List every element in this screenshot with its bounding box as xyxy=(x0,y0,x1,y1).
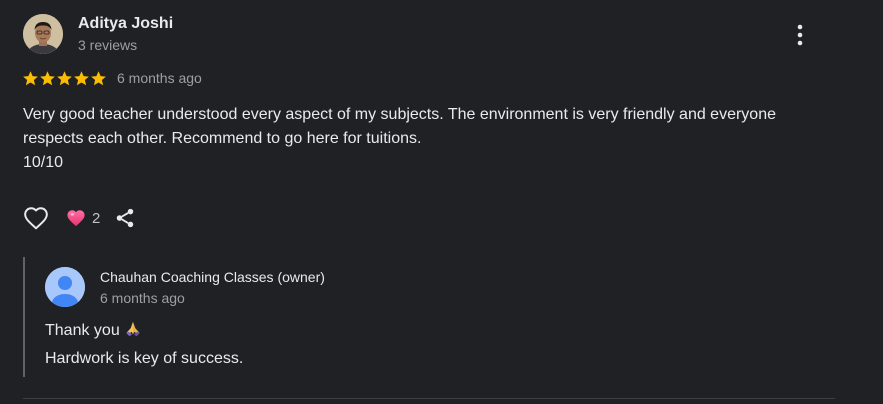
folded-hands-emoji-icon xyxy=(124,320,142,346)
review-text-line: 10/10 xyxy=(23,154,64,171)
star-rating xyxy=(22,70,107,87)
review-actions: 2 xyxy=(22,204,138,232)
reaction-summary[interactable]: 2 xyxy=(66,209,100,227)
owner-reply-line: Thank you xyxy=(45,318,243,346)
more-options-button[interactable] xyxy=(786,20,814,50)
reviewer-reviews-count[interactable]: 3 reviews xyxy=(78,37,137,53)
owner-reply-time: 6 months ago xyxy=(100,290,185,306)
owner-reply: Chauhan Coaching Classes (owner) 6 month… xyxy=(23,257,845,377)
reviewer-photo xyxy=(23,14,63,54)
review-card: Aditya Joshi 3 reviews 6 months ago Very… xyxy=(0,0,883,404)
like-button[interactable] xyxy=(22,204,50,232)
star-icon xyxy=(74,70,89,85)
heart-emoji-icon xyxy=(67,210,85,227)
share-button[interactable] xyxy=(112,205,138,231)
rating-row: 6 months ago xyxy=(22,68,202,88)
star-icon xyxy=(40,70,55,85)
more-vert-icon xyxy=(797,24,803,46)
star-icon xyxy=(91,70,106,85)
star-icon xyxy=(57,70,72,85)
reviewer-avatar[interactable] xyxy=(23,14,63,54)
review-text: Very good teacher understood every aspec… xyxy=(23,103,823,175)
heart-outline-icon xyxy=(24,207,48,230)
owner-reply-line-text: Thank you xyxy=(45,322,120,339)
owner-avatar[interactable] xyxy=(45,267,85,307)
review-time: 6 months ago xyxy=(117,70,202,86)
owner-reply-line: Hardwork is key of success. xyxy=(45,350,244,367)
share-icon xyxy=(117,208,134,228)
review-text-line: Very good teacher understood every aspec… xyxy=(23,106,776,147)
owner-reply-text: Thank you Hardwork is key of success. xyxy=(45,318,243,371)
default-profile-icon xyxy=(45,267,85,307)
reaction-count: 2 xyxy=(92,209,101,227)
divider xyxy=(23,398,835,399)
star-icon xyxy=(23,70,38,85)
owner-name: Chauhan Coaching Classes (owner) xyxy=(100,269,325,285)
reviewer-name[interactable]: Aditya Joshi xyxy=(78,15,173,33)
